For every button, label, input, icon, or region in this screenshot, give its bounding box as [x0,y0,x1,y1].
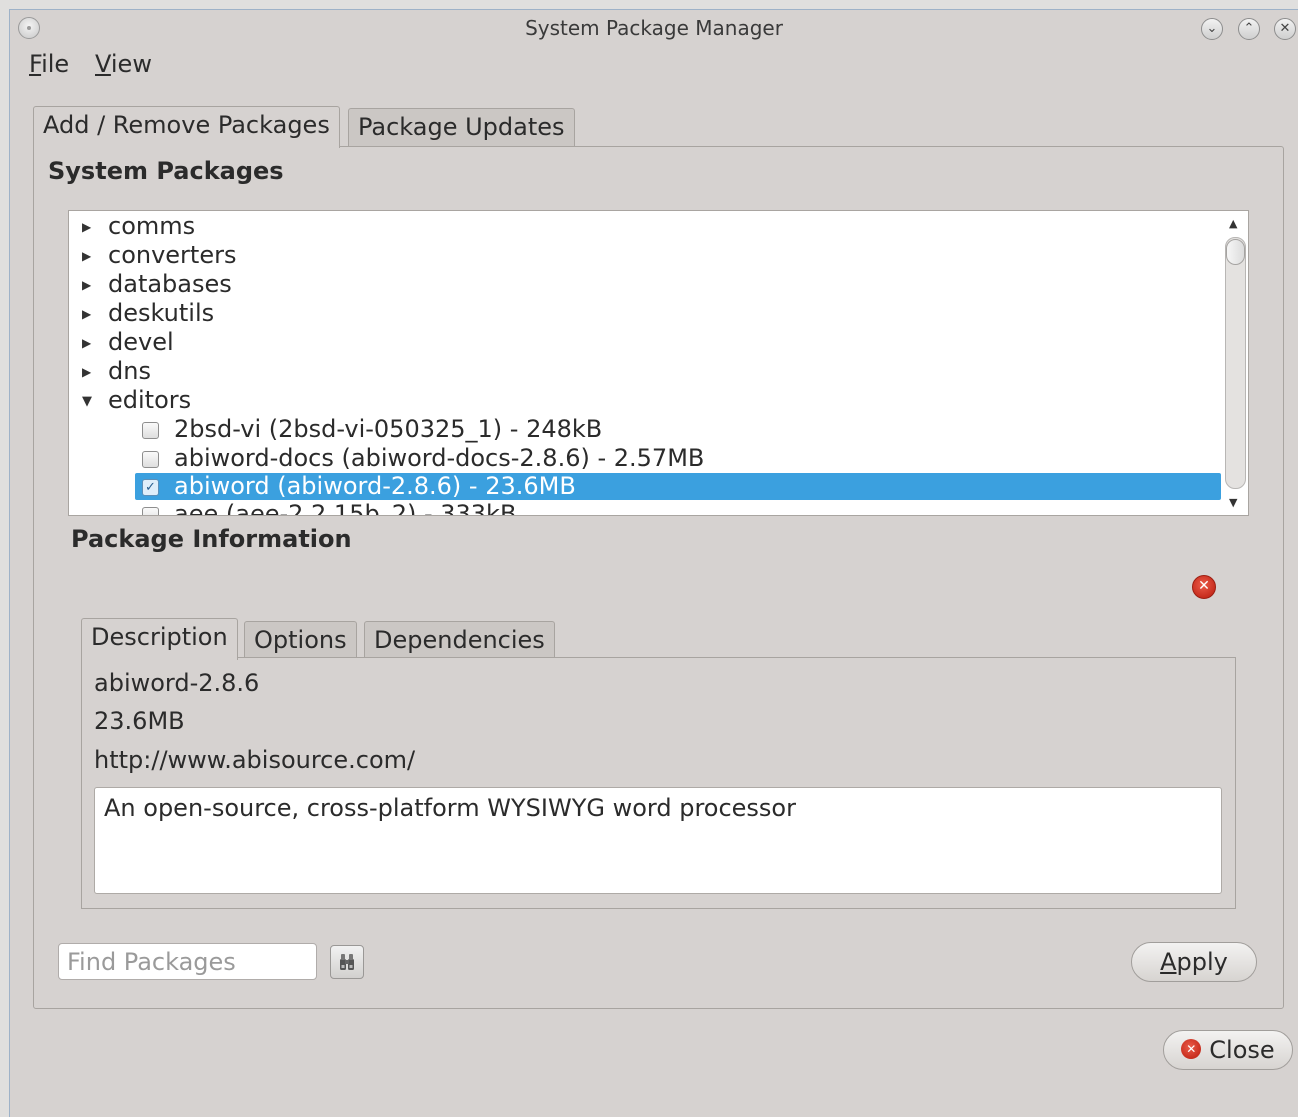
close-button-label: Close [1209,1036,1275,1064]
collapsed-arrow-icon[interactable]: ▶ [82,329,94,358]
package-checkbox[interactable] [142,507,159,515]
title-bar[interactable]: System Package Manager ⌄ ⌃ ✕ [10,10,1298,48]
expanded-arrow-icon[interactable]: ▼ [82,387,94,416]
package-url[interactable]: http://www.abisource.com/ [94,746,415,774]
scrollbar-thumb[interactable] [1226,239,1245,265]
maximize-icon[interactable]: ⌃ [1238,18,1260,40]
binoculars-icon [340,954,354,970]
category-label: comms [108,212,196,240]
menu-file[interactable]: File [29,50,69,78]
close-button[interactable]: ✕ Close [1163,1030,1293,1070]
tab-add-remove-packages[interactable]: Add / Remove Packages [33,106,340,148]
close-window-icon[interactable]: ✕ [1274,18,1296,40]
apply-button[interactable]: Apply [1131,942,1257,982]
collapsed-arrow-icon[interactable]: ▶ [82,213,94,242]
collapsed-arrow-icon[interactable]: ▶ [82,300,94,329]
search-button[interactable] [330,945,364,979]
system-packages-heading: System Packages [48,157,284,185]
find-packages-input[interactable] [58,943,317,980]
package-checkbox[interactable] [142,451,159,468]
category-label: deskutils [108,299,215,327]
package-checkbox-checked[interactable]: ✓ [142,479,159,496]
collapsed-arrow-icon[interactable]: ▶ [82,242,94,271]
category-label: converters [108,241,237,269]
package-information-heading: Package Information [71,525,352,553]
package-label: 2bsd-vi (2bsd-vi-050325_1) - 248kB [174,415,603,443]
package-label: abiword-docs (abiword-docs-2.8.6) - 2.57… [174,444,705,472]
window-title: System Package Manager [525,16,783,40]
category-label: databases [108,270,232,298]
category-label: editors [108,386,192,414]
package-label: abiword (abiword-2.8.6) - 23.6MB [174,472,576,500]
package-description-text[interactable]: An open-source, cross-platform WYSIWYG w… [94,787,1222,894]
clear-error-icon[interactable]: ✕ [1192,575,1216,599]
scroll-down-arrow-icon[interactable]: ▼ [1229,496,1237,509]
category-label: devel [108,328,174,356]
close-icon: ✕ [1181,1039,1202,1059]
collapsed-arrow-icon[interactable]: ▶ [82,358,94,387]
package-size: 23.6MB [94,707,185,735]
tab-package-updates[interactable]: Package Updates [348,108,575,148]
tree-scrollbar[interactable]: ▲ ▼ [1222,211,1248,515]
minimize-icon[interactable]: ⌄ [1201,18,1223,40]
collapsed-arrow-icon[interactable]: ▶ [82,271,94,300]
tab-description[interactable]: Description [81,618,238,660]
package-tree[interactable]: ▶ comms ▶ converters ▶ databases ▶ desku… [68,210,1249,516]
tab-dependencies[interactable]: Dependencies [364,621,555,659]
package-name: abiword-2.8.6 [94,669,260,697]
scrollbar-track[interactable] [1225,237,1246,489]
category-label: dns [108,357,151,385]
menu-view[interactable]: View [95,50,152,78]
scroll-up-arrow-icon[interactable]: ▲ [1229,217,1237,230]
tab-options[interactable]: Options [244,621,357,659]
package-label: aee (aee-2.2.15b_2) - 333kB [174,500,517,516]
package-checkbox[interactable] [142,422,159,439]
